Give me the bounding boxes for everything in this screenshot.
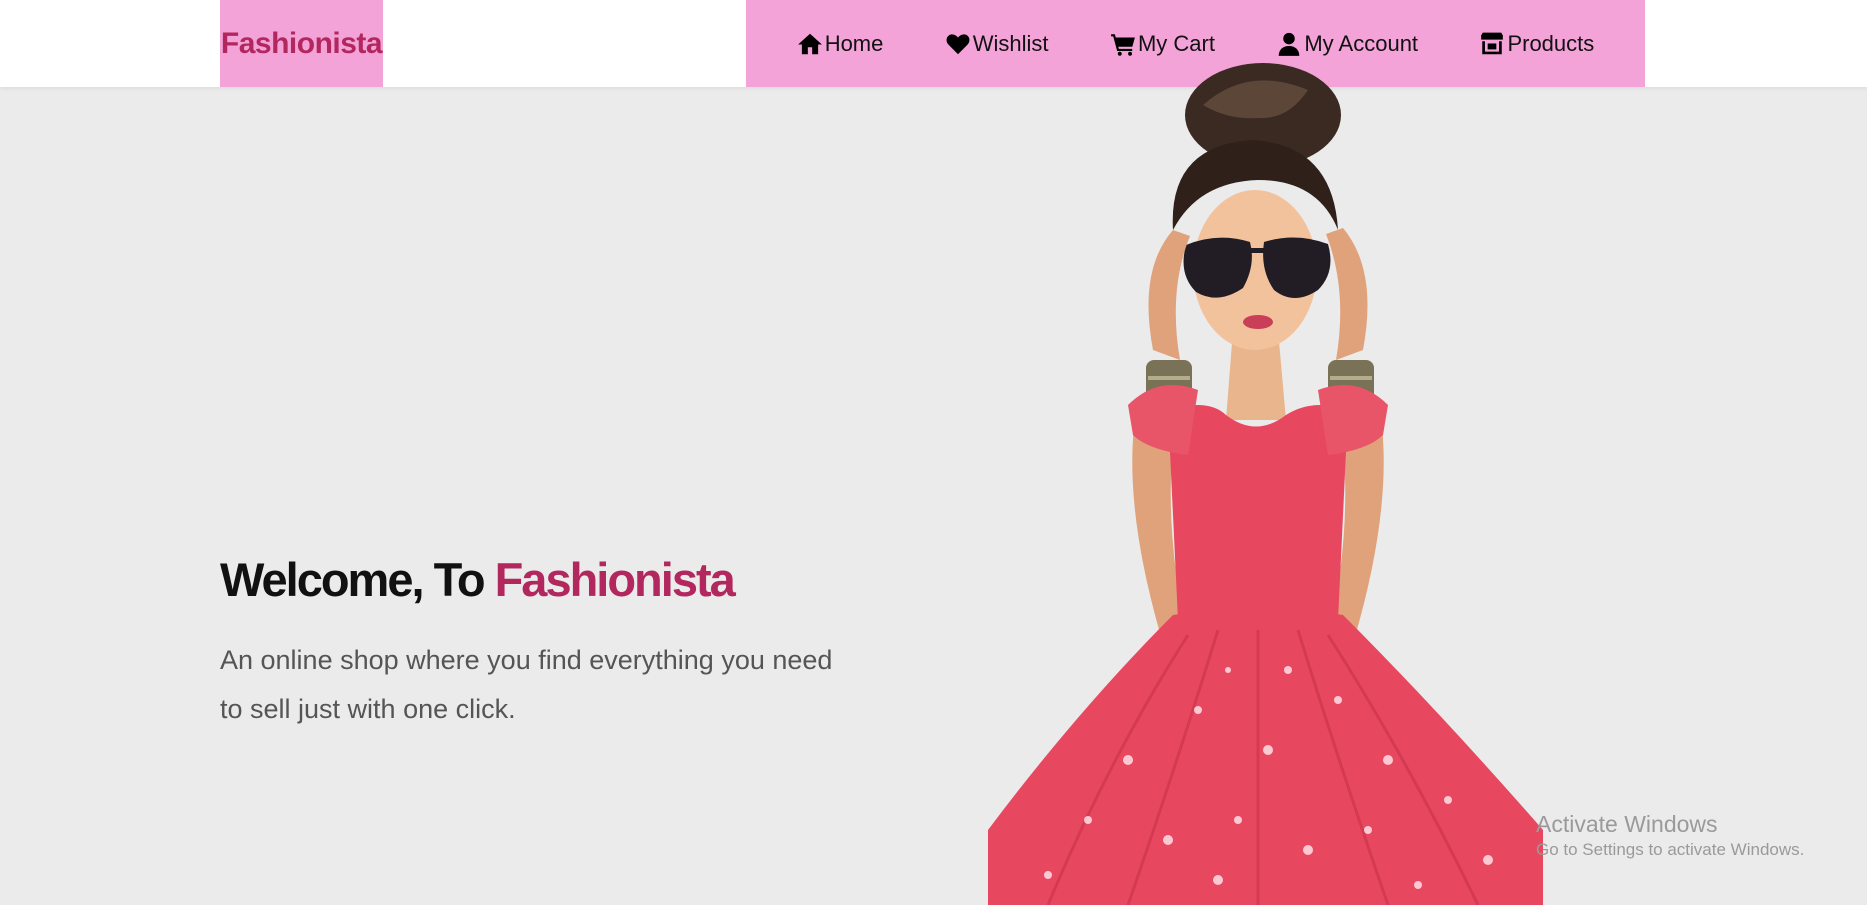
fashion-girl-illustration xyxy=(968,60,1568,905)
hero-title-accent: Fashionista xyxy=(494,553,736,606)
nav-cart-label: My Cart xyxy=(1137,30,1215,56)
hero-title: Welcome, To Fashionista xyxy=(220,548,880,612)
nav-wishlist-label: Wishlist xyxy=(972,30,1049,56)
hero-subtitle: An online shop where you find everything… xyxy=(220,645,833,724)
nav-home-label: Home xyxy=(824,30,884,56)
user-icon xyxy=(1276,31,1302,57)
cart-icon xyxy=(1110,31,1136,57)
nav-cart[interactable]: My Cart xyxy=(1110,31,1215,57)
nav-account[interactable]: My Account xyxy=(1276,31,1418,57)
nav-home[interactable]: Home xyxy=(797,30,884,57)
store-icon xyxy=(1479,31,1505,57)
watermark-subtitle: Go to Settings to activate Windows. xyxy=(1536,840,1805,859)
hero-title-prefix: Welcome, To xyxy=(220,553,495,606)
nav-products[interactable]: Products xyxy=(1479,31,1594,57)
hero: Welcome, To Fashionista An online shop w… xyxy=(220,548,880,734)
watermark-title: Activate Windows xyxy=(1536,811,1718,837)
nav-wishlist[interactable]: Wishlist xyxy=(945,31,1049,57)
nav-account-label: My Account xyxy=(1304,30,1419,56)
site-header: Fashionista Home Wishlist My Cart My Acc… xyxy=(0,0,1867,87)
windows-activation-watermark: Activate Windows Go to Settings to activ… xyxy=(1536,809,1804,861)
heart-icon xyxy=(945,31,971,57)
nav-products-label: Products xyxy=(1507,30,1595,56)
home-icon xyxy=(797,31,823,57)
brand-logo[interactable]: Fashionista xyxy=(220,0,383,87)
